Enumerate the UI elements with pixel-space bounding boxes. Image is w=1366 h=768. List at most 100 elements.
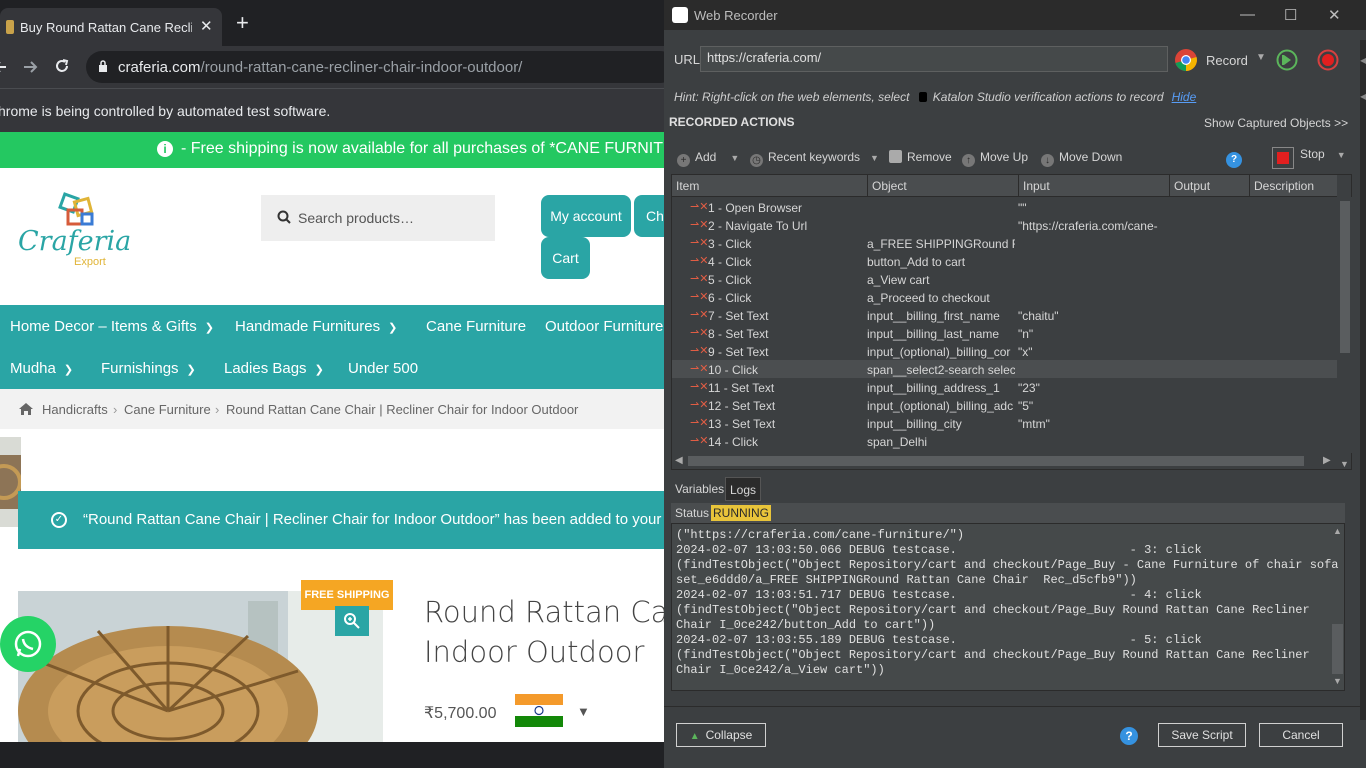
stop-record-icon[interactable] xyxy=(1317,49,1339,71)
my-account-button[interactable]: My account xyxy=(541,195,631,237)
add-icon: + xyxy=(677,154,690,167)
address-bar[interactable]: craferia.com/round-rattan-cane-recliner-… xyxy=(86,51,664,83)
whatsapp-icon xyxy=(14,630,42,658)
table-row[interactable]: ⇀✕ 8 - Set Text input__billing_last_name "n… xyxy=(672,324,1337,342)
table-row[interactable]: ⇀✕ 3 - Click a_FREE SHIPPINGRound Rat xyxy=(672,234,1337,252)
table-vertical-scrollbar[interactable]: ▼ xyxy=(1338,197,1352,469)
remove-button[interactable]: Remove xyxy=(889,150,952,164)
stop-button[interactable]: Stop ▼ xyxy=(1272,147,1346,169)
help-button[interactable]: ? xyxy=(1226,149,1247,168)
tab-variables[interactable]: Variables xyxy=(671,477,728,501)
nav-home-decor[interactable]: Home Decor – Items & Gifts ❯ xyxy=(10,318,214,335)
row-object: a_View cart xyxy=(867,273,930,287)
product-price: ₹5,700.00 xyxy=(424,705,497,722)
nav-furnishings[interactable]: Furnishings ❯ xyxy=(101,360,196,377)
column-description[interactable]: Description xyxy=(1254,179,1314,193)
log-scrollbar[interactable]: ▲ ▼ xyxy=(1331,526,1344,688)
column-input[interactable]: Input xyxy=(1023,179,1050,193)
browser-toolbar: craferia.com/round-rattan-cane-recliner-… xyxy=(0,46,664,88)
save-script-button[interactable]: Save Script xyxy=(1158,723,1246,747)
move-up-button[interactable]: ↑ Move Up xyxy=(962,150,1028,167)
column-item[interactable]: Item xyxy=(676,179,699,193)
breadcrumb-handicrafts[interactable]: Handicrafts xyxy=(42,402,108,417)
table-row[interactable]: ⇀✕ 5 - Click a_View cart xyxy=(672,270,1337,288)
table-row[interactable]: ⇀✕ 11 - Set Text input__billing_address_1 "… xyxy=(672,378,1337,396)
show-captured-objects-link[interactable]: Show Captured Objects >> xyxy=(1204,116,1348,130)
row-input: "n" xyxy=(1018,327,1034,341)
reload-icon[interactable] xyxy=(54,58,70,74)
nav-mudha[interactable]: Mudha ❯ xyxy=(10,360,73,377)
table-row[interactable]: ⇀✕ 1 - Open Browser "" xyxy=(672,198,1337,216)
row-object: a_Proceed to checkout xyxy=(867,291,990,305)
chevron-up-icon: ▲ xyxy=(689,731,700,742)
nav-ladies-bags[interactable]: Ladies Bags ❯ xyxy=(224,360,324,377)
hide-link[interactable]: Hide xyxy=(1172,90,1197,104)
move-down-button[interactable]: ↓ Move Down xyxy=(1041,150,1122,167)
table-row[interactable]: ⇀✕ 4 - Click button_Add to cart xyxy=(672,252,1337,270)
table-row[interactable]: ⇀✕ 10 - Click span__select2-search select2 xyxy=(672,360,1337,378)
back-arrow-icon[interactable] xyxy=(0,59,8,75)
new-tab-button[interactable]: + xyxy=(236,12,249,34)
row-item: 2 - Navigate To Url xyxy=(708,219,808,233)
recorder-titlebar: Web Recorder — ☐ ✕ xyxy=(664,0,1366,30)
nav-handmade-furnitures[interactable]: Handmade Furnitures ❯ xyxy=(235,318,397,335)
add-button[interactable]: + Add ▼ xyxy=(677,150,739,167)
table-row[interactable]: ⇀✕ 13 - Set Text input__billing_city "mtm" xyxy=(672,414,1337,432)
product-search[interactable]: Search products… xyxy=(261,195,495,241)
close-icon[interactable]: ✕ xyxy=(1328,6,1341,24)
cart-button[interactable]: Cart xyxy=(541,237,590,279)
table-row[interactable]: ⇀✕ 9 - Set Text input_(optional)_billing_c… xyxy=(672,342,1337,360)
help-icon[interactable]: ? xyxy=(1120,727,1138,745)
row-item: 8 - Set Text xyxy=(708,327,769,341)
search-placeholder: Search products… xyxy=(298,210,414,226)
url-input[interactable]: https://craferia.com/ xyxy=(700,46,1168,72)
product-image[interactable] xyxy=(18,591,383,743)
scroll-left-icon: ◀ xyxy=(675,455,683,466)
table-row[interactable]: ⇀✕ 2 - Navigate To Url "https://craferia.c… xyxy=(672,216,1337,234)
table-row[interactable]: ⇀✕ 14 - Click span_Delhi xyxy=(672,432,1337,450)
row-item: 10 - Click xyxy=(708,363,759,377)
chrome-icon xyxy=(1175,49,1197,71)
minimize-icon[interactable]: — xyxy=(1240,6,1255,23)
forward-arrow-icon[interactable] xyxy=(22,59,38,75)
action-status-icon: ⇀✕ xyxy=(690,363,709,375)
browser-tab[interactable]: Buy Round Rattan Cane Recliner ✕ xyxy=(0,8,222,46)
india-flag-icon[interactable] xyxy=(515,694,563,727)
table-row[interactable]: ⇀✕ 6 - Click a_Proceed to checkout xyxy=(672,288,1337,306)
zoom-button[interactable] xyxy=(335,606,369,636)
nav-outdoor-furniture[interactable]: Outdoor Furniture xyxy=(545,318,663,335)
home-icon[interactable] xyxy=(18,402,34,416)
shipping-announcement-bar: i - Free shipping is now available for a… xyxy=(0,132,664,168)
column-output[interactable]: Output xyxy=(1174,179,1210,193)
play-icon[interactable] xyxy=(1276,49,1298,71)
notice-text: “Round Rattan Cane Chair | Recliner Chai… xyxy=(83,511,664,528)
site-logo[interactable]: Craferia Export xyxy=(16,192,131,272)
action-status-icon: ⇀✕ xyxy=(690,237,709,249)
nav-cane-furniture[interactable]: Cane Furniture xyxy=(426,318,526,335)
row-input: "5" xyxy=(1018,399,1034,413)
breadcrumb-cane-furniture[interactable]: Cane Furniture xyxy=(124,402,211,417)
maximize-icon[interactable]: ☐ xyxy=(1284,6,1297,24)
recent-keywords-button[interactable]: ◷ Recent keywords ▼ xyxy=(750,150,879,167)
table-horizontal-scrollbar[interactable]: ◀ ▶ xyxy=(672,453,1338,469)
table-row[interactable]: ⇀✕ 7 - Set Text input__billing_first_name "… xyxy=(672,306,1337,324)
collapse-button[interactable]: ▲ Collapse xyxy=(676,723,766,747)
row-input: "23" xyxy=(1018,381,1040,395)
web-recorder-window: Web Recorder — ☐ ✕ URL https://craferia.… xyxy=(664,0,1366,768)
column-object[interactable]: Object xyxy=(872,179,907,193)
action-status-icon: ⇀✕ xyxy=(690,219,709,231)
favicon-icon xyxy=(6,20,14,34)
action-status-icon: ⇀✕ xyxy=(690,201,709,213)
currency-dropdown-arrow-icon[interactable]: ▼ xyxy=(577,704,590,719)
whatsapp-button[interactable] xyxy=(0,616,56,672)
tab-close-icon[interactable]: ✕ xyxy=(200,17,213,35)
checkout-button[interactable]: Che xyxy=(634,195,664,237)
tab-logs[interactable]: Logs xyxy=(725,477,762,501)
row-item: 3 - Click xyxy=(708,237,752,251)
tab-strip: Buy Round Rattan Cane Recliner ✕ + xyxy=(0,0,664,46)
nav-under-500[interactable]: Under 500 xyxy=(348,360,418,377)
katalon-app-icon xyxy=(672,7,688,23)
table-row[interactable]: ⇀✕ 12 - Set Text input_(optional)_billing_… xyxy=(672,396,1337,414)
record-dropdown-icon[interactable]: ▼ xyxy=(1256,52,1266,63)
cancel-button[interactable]: Cancel xyxy=(1259,723,1343,747)
